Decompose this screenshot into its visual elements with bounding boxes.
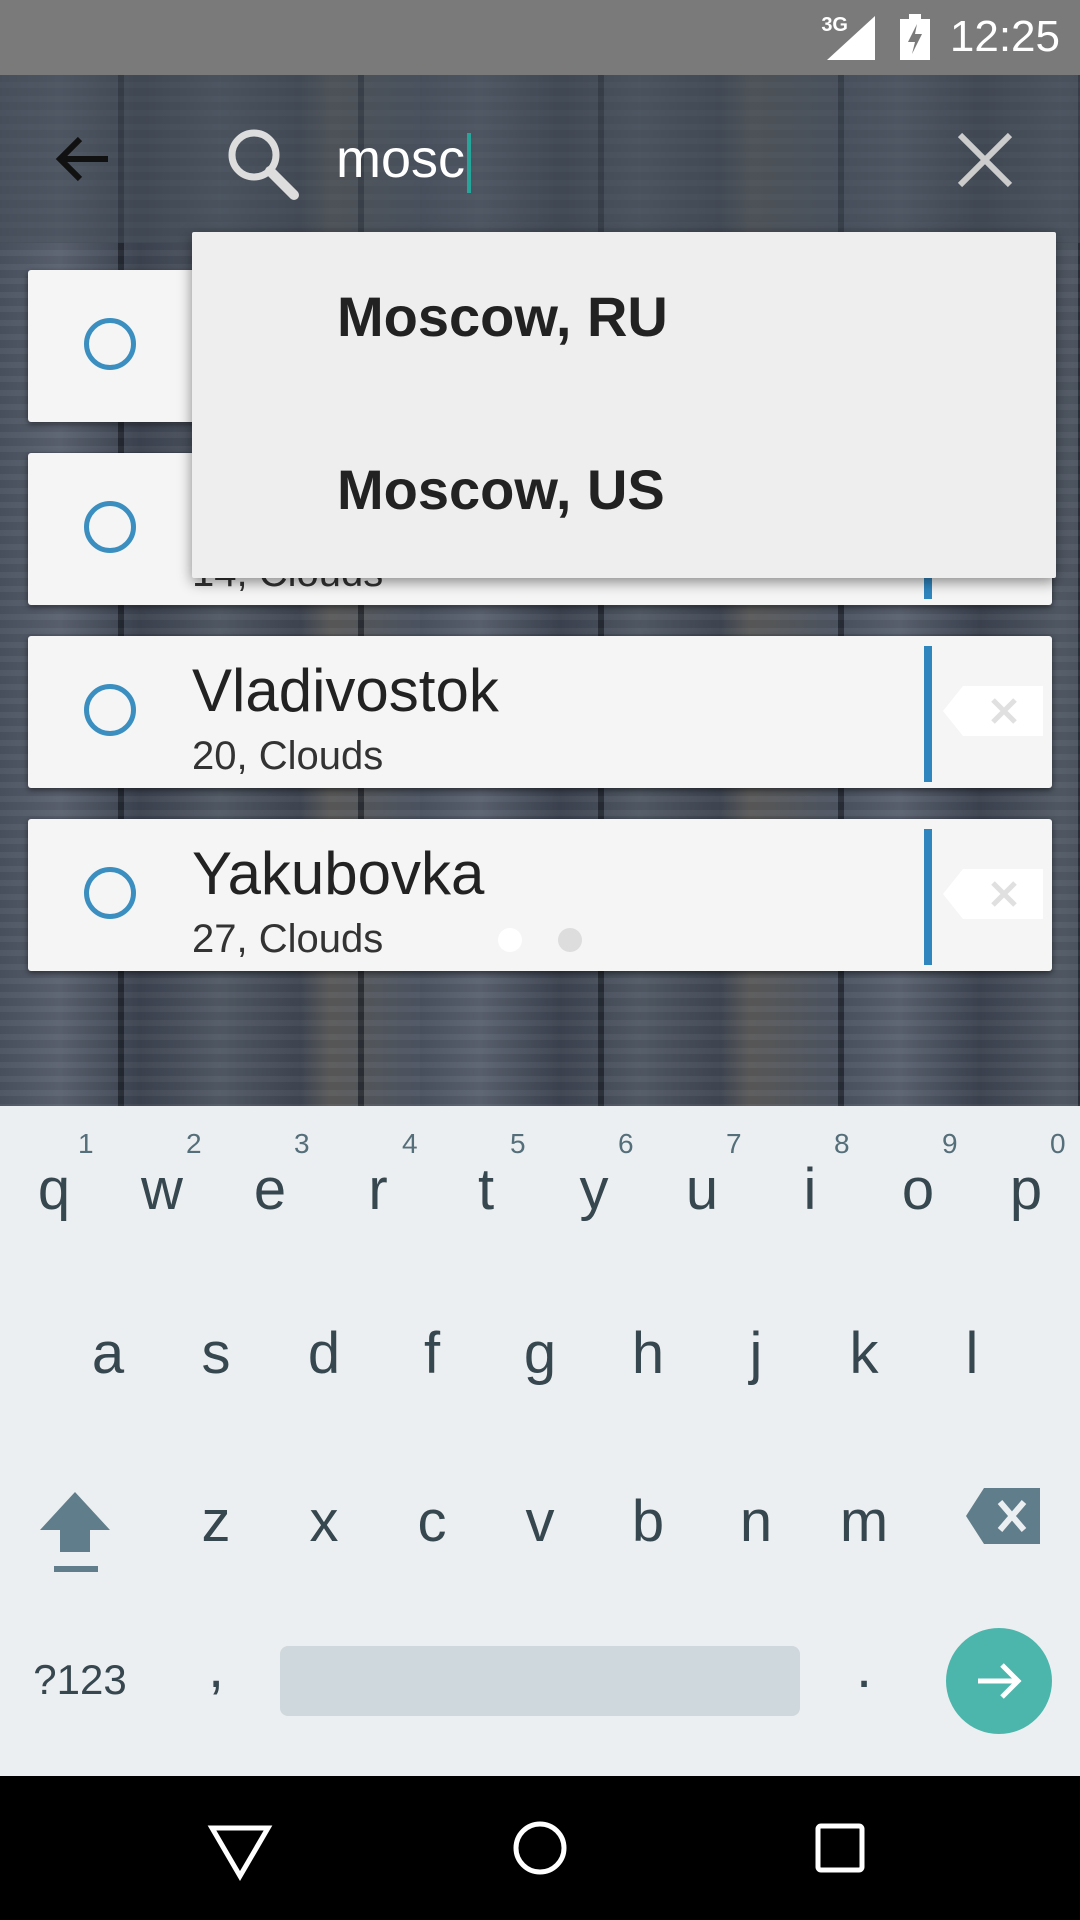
key-h[interactable]: h: [608, 1320, 688, 1387]
clear-search-icon[interactable]: [950, 125, 1020, 195]
key-m[interactable]: m: [824, 1488, 904, 1555]
key-e[interactable]: e: [230, 1156, 310, 1223]
clock: 12:25: [949, 12, 1060, 61]
key-d[interactable]: d: [284, 1320, 364, 1387]
key-f[interactable]: f: [392, 1320, 472, 1387]
suggestion-item[interactable]: Moscow, RU: [192, 232, 1056, 405]
key-k[interactable]: k: [824, 1320, 904, 1387]
search-icon: [228, 129, 299, 200]
back-nav-icon[interactable]: [204, 1812, 276, 1884]
home-nav-icon[interactable]: [504, 1812, 576, 1884]
key-j[interactable]: j: [716, 1320, 796, 1387]
shift-key-icon[interactable]: [38, 1486, 112, 1576]
key-p[interactable]: p: [986, 1156, 1066, 1223]
text-cursor: [467, 132, 472, 193]
suggestion-label: Moscow, RU: [337, 285, 668, 348]
search-query: mosc: [336, 129, 466, 189]
key-q[interactable]: q: [14, 1156, 94, 1223]
select-radio[interactable]: [84, 318, 136, 370]
city-card[interactable]: Yakubovka 27, Clouds: [28, 819, 1052, 971]
symbols-key[interactable]: ?123: [30, 1656, 130, 1704]
key-x[interactable]: x: [284, 1488, 364, 1555]
key-c[interactable]: c: [392, 1488, 472, 1555]
key-n[interactable]: n: [716, 1488, 796, 1555]
comma-key[interactable]: ,: [176, 1634, 256, 1701]
suggestion-label: Moscow, US: [337, 458, 665, 521]
key-u[interactable]: u: [662, 1156, 742, 1223]
suggestions-dropdown: Moscow, RU Moscow, US: [192, 232, 1056, 578]
backspace-key-icon[interactable]: [966, 1488, 1040, 1544]
arrow-right-icon: [978, 1663, 1022, 1699]
key-i[interactable]: i: [770, 1156, 850, 1223]
city-weather: 20, Clouds: [192, 734, 384, 778]
key-s[interactable]: s: [176, 1320, 256, 1387]
status-bar: 3G 12:25: [0, 0, 1080, 75]
key-t[interactable]: t: [446, 1156, 526, 1223]
suggestion-item[interactable]: Moscow, US: [192, 405, 1056, 578]
key-g[interactable]: g: [500, 1320, 580, 1387]
enter-key[interactable]: [946, 1628, 1052, 1734]
search-toolbar: mosc: [0, 75, 1080, 243]
battery-icon: [900, 14, 930, 60]
period-key[interactable]: .: [824, 1634, 904, 1701]
delete-city-icon[interactable]: [943, 869, 1043, 919]
card-divider: [924, 829, 932, 965]
delete-city-icon[interactable]: [943, 686, 1043, 736]
key-l[interactable]: l: [932, 1320, 1012, 1387]
page-indicator: [558, 928, 582, 952]
page-indicator-active: [498, 928, 522, 952]
city-card[interactable]: Vladivostok 20, Clouds: [28, 636, 1052, 788]
recents-nav-icon[interactable]: [804, 1812, 876, 1884]
key-w[interactable]: w: [122, 1156, 202, 1223]
search-input[interactable]: mosc: [336, 123, 896, 195]
back-arrow-icon[interactable]: [48, 123, 120, 195]
key-a[interactable]: a: [68, 1320, 148, 1387]
key-v[interactable]: v: [500, 1488, 580, 1555]
select-radio[interactable]: [84, 684, 136, 736]
city-name: Vladivostok: [192, 657, 499, 724]
city-weather: 27, Clouds: [192, 917, 384, 961]
space-key[interactable]: [280, 1646, 800, 1716]
key-y[interactable]: y: [554, 1156, 634, 1223]
key-o[interactable]: o: [878, 1156, 958, 1223]
navigation-bar: [0, 1776, 1080, 1920]
card-divider: [924, 646, 932, 782]
select-radio[interactable]: [84, 867, 136, 919]
key-b[interactable]: b: [608, 1488, 688, 1555]
soft-keyboard: 1 2 3 4 5 6 7 8 9 0 q w e r t y u i o p …: [0, 1106, 1080, 1776]
select-radio[interactable]: [84, 501, 136, 553]
key-r[interactable]: r: [338, 1156, 418, 1223]
city-name: Yakubovka: [192, 840, 485, 907]
key-z[interactable]: z: [176, 1488, 256, 1555]
signal-icon: [827, 16, 875, 60]
